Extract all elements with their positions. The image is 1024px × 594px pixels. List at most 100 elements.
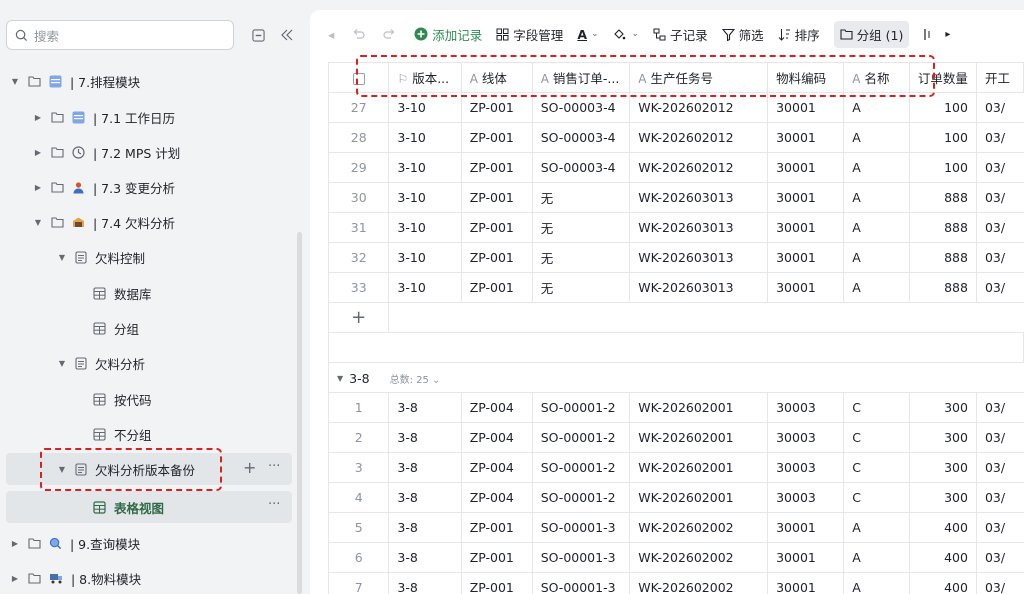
table-cell[interactable]: 03/ [975, 152, 1024, 183]
table-cell[interactable]: 30001 [767, 542, 845, 573]
table-cell[interactable]: WK-202602001 [629, 482, 769, 513]
table-row[interactable]: 7 3-8 ZP-001 SO-00001-3 WK-202602002 30001 A 40… [327, 572, 1024, 594]
table-cell[interactable]: WK-202603013 [629, 212, 769, 243]
table-cell[interactable]: ZP-001 [460, 152, 533, 183]
scroll-right-button[interactable]: ▸ [945, 29, 950, 40]
table-cell[interactable]: WK-202602001 [629, 392, 769, 423]
table-cell[interactable]: 400 [908, 512, 977, 543]
table-cell[interactable]: ZP-001 [460, 272, 533, 303]
table-cell[interactable]: ZP-001 [460, 182, 533, 213]
table-cell[interactable]: 300 [908, 392, 977, 423]
table-cell[interactable]: 03/ [975, 392, 1024, 423]
table-cell[interactable]: ZP-001 [460, 212, 533, 243]
table-cell[interactable]: 30001 [767, 512, 845, 543]
table-cell[interactable]: 400 [908, 542, 977, 573]
table-cell[interactable]: WK-202602012 [629, 122, 769, 153]
table-cell[interactable]: WK-202602002 [629, 542, 769, 573]
table-cell[interactable]: 3-10 [388, 122, 462, 153]
tree-item-shortage-analysis-doc[interactable]: ▼ 欠料分析 [57, 347, 145, 379]
table-cell[interactable]: ZP-001 [460, 242, 533, 273]
row-height-button[interactable] [923, 28, 939, 41]
table-row[interactable]: 33 3-10 ZP-001 无 WK-202603013 30001 A 888 03/ [327, 272, 1024, 303]
collapse-all-button[interactable] [249, 26, 267, 44]
table-cell[interactable]: WK-202602002 [629, 572, 769, 594]
field-manage-button[interactable]: 字段管理 [496, 25, 563, 44]
table-cell[interactable]: ZP-004 [460, 452, 533, 483]
group-header-cell[interactable]: ▼ 3-8 总数: 25 ⌄ [328, 362, 1024, 393]
table-cell[interactable]: A [843, 122, 910, 153]
table-cell[interactable]: SO-00001-3 [531, 542, 631, 573]
table-cell[interactable]: 3-8 [388, 542, 462, 573]
select-all-checkbox[interactable] [352, 72, 365, 85]
table-cell[interactable]: SO-00003-4 [531, 92, 631, 123]
collapsed-arrow-icon[interactable]: ▶ [10, 574, 20, 583]
column-header-start[interactable]: 开工 [975, 62, 1024, 93]
table-cell[interactable]: 30003 [767, 452, 845, 483]
table-cell[interactable]: C [843, 422, 910, 453]
table-cell[interactable]: 无 [531, 242, 631, 273]
tree-item-no-group[interactable]: 不分组 [93, 418, 152, 450]
table-cell[interactable]: 03/ [975, 92, 1024, 123]
table-cell[interactable]: A [843, 152, 910, 183]
search-input[interactable]: 搜索 [6, 20, 234, 50]
table-cell[interactable]: 30001 [767, 272, 845, 303]
table-cell[interactable]: ZP-001 [460, 92, 533, 123]
table-cell[interactable]: ZP-004 [460, 482, 533, 513]
table-cell[interactable]: ZP-004 [460, 422, 533, 453]
table-cell[interactable]: 03/ [975, 482, 1024, 513]
table-cell[interactable]: WK-202603013 [629, 272, 769, 303]
table-row[interactable]: 28 3-10 ZP-001 SO-00003-4 WK-202602012 30001 A… [327, 122, 1024, 153]
table-cell[interactable]: 30001 [767, 152, 845, 183]
table-cell[interactable]: SO-00001-2 [531, 482, 631, 513]
table-cell[interactable]: 30001 [767, 182, 845, 213]
table-cell[interactable]: A [843, 542, 910, 573]
table-row[interactable]: 1 3-8 ZP-004 SO-00001-2 WK-202602001 30003 C 30… [327, 392, 1024, 423]
column-header-order-qty[interactable]: 订单数量 [908, 62, 977, 93]
table-cell[interactable]: SO-00001-2 [531, 452, 631, 483]
table-cell[interactable]: A [843, 572, 910, 594]
table-row[interactable]: 4 3-8 ZP-004 SO-00001-2 WK-202602001 30003 C 30… [327, 482, 1024, 513]
table-cell[interactable]: 3-10 [388, 182, 462, 213]
table-row[interactable]: 6 3-8 ZP-001 SO-00001-3 WK-202602002 30001 A 40… [327, 542, 1024, 573]
tree-item-shortage-backup[interactable]: ▼ 欠料分析版本备份 + ··· [6, 453, 292, 485]
add-icon[interactable]: + [243, 460, 256, 476]
table-row[interactable]: 31 3-10 ZP-001 无 WK-202603013 30001 A 888 03/ [327, 212, 1024, 243]
table-cell[interactable]: 100 [908, 122, 977, 153]
tree-item-shortage-analysis[interactable]: ▼ | 7.4 欠料分析 [33, 206, 175, 238]
table-cell[interactable]: 30003 [767, 422, 845, 453]
table-cell[interactable]: ZP-001 [460, 512, 533, 543]
column-header-task-no[interactable]: A 生产任务号 [629, 62, 769, 93]
table-cell[interactable]: 3-8 [388, 392, 462, 423]
more-icon[interactable]: ··· [268, 459, 280, 475]
table-cell[interactable]: WK-202602001 [629, 422, 769, 453]
table-row[interactable]: 2 3-8 ZP-004 SO-00001-2 WK-202602001 30003 C 30… [327, 422, 1024, 453]
fill-color-button[interactable]: ⌄ [613, 28, 639, 41]
collapsed-arrow-icon[interactable]: ▶ [33, 113, 43, 122]
expand-arrow-icon[interactable]: ▼ [33, 218, 43, 227]
sidebar-scrollbar[interactable] [297, 232, 302, 594]
table-cell[interactable]: 03/ [975, 242, 1024, 273]
add-row[interactable]: + [327, 302, 1024, 333]
tree-item-database[interactable]: 数据库 [93, 277, 152, 309]
group-header[interactable]: ▼ 3-8 总数: 25 ⌄ [337, 371, 440, 386]
table-cell[interactable]: 03/ [975, 212, 1024, 243]
table-row[interactable]: 32 3-10 ZP-001 无 WK-202603013 30001 A 888 03/ [327, 242, 1024, 273]
scroll-left-button[interactable]: ◂ [328, 27, 334, 42]
table-cell[interactable]: SO-00003-4 [531, 122, 631, 153]
table-cell[interactable]: 30003 [767, 392, 845, 423]
table-cell[interactable]: A [843, 92, 910, 123]
table-cell[interactable]: SO-00001-2 [531, 422, 631, 453]
table-cell[interactable]: 100 [908, 92, 977, 123]
expand-arrow-icon[interactable]: ▼ [57, 465, 67, 474]
table-cell[interactable]: 3-8 [388, 422, 462, 453]
expand-arrow-icon[interactable]: ▼ [10, 77, 20, 86]
column-header-name[interactable]: A 名称 [843, 62, 910, 93]
table-cell[interactable]: A [843, 182, 910, 213]
table-cell[interactable]: WK-202602012 [629, 152, 769, 183]
group-count[interactable]: 总数: 25 ⌄ [390, 371, 441, 386]
tree-item-query-module[interactable]: ▶ | 9.查询模块 [10, 527, 140, 559]
table-cell[interactable]: SO-00003-4 [531, 152, 631, 183]
table-cell[interactable]: 3-10 [388, 152, 462, 183]
column-header-line[interactable]: A 线体 [460, 62, 533, 93]
add-record-button[interactable]: 添加记录 [414, 25, 482, 44]
